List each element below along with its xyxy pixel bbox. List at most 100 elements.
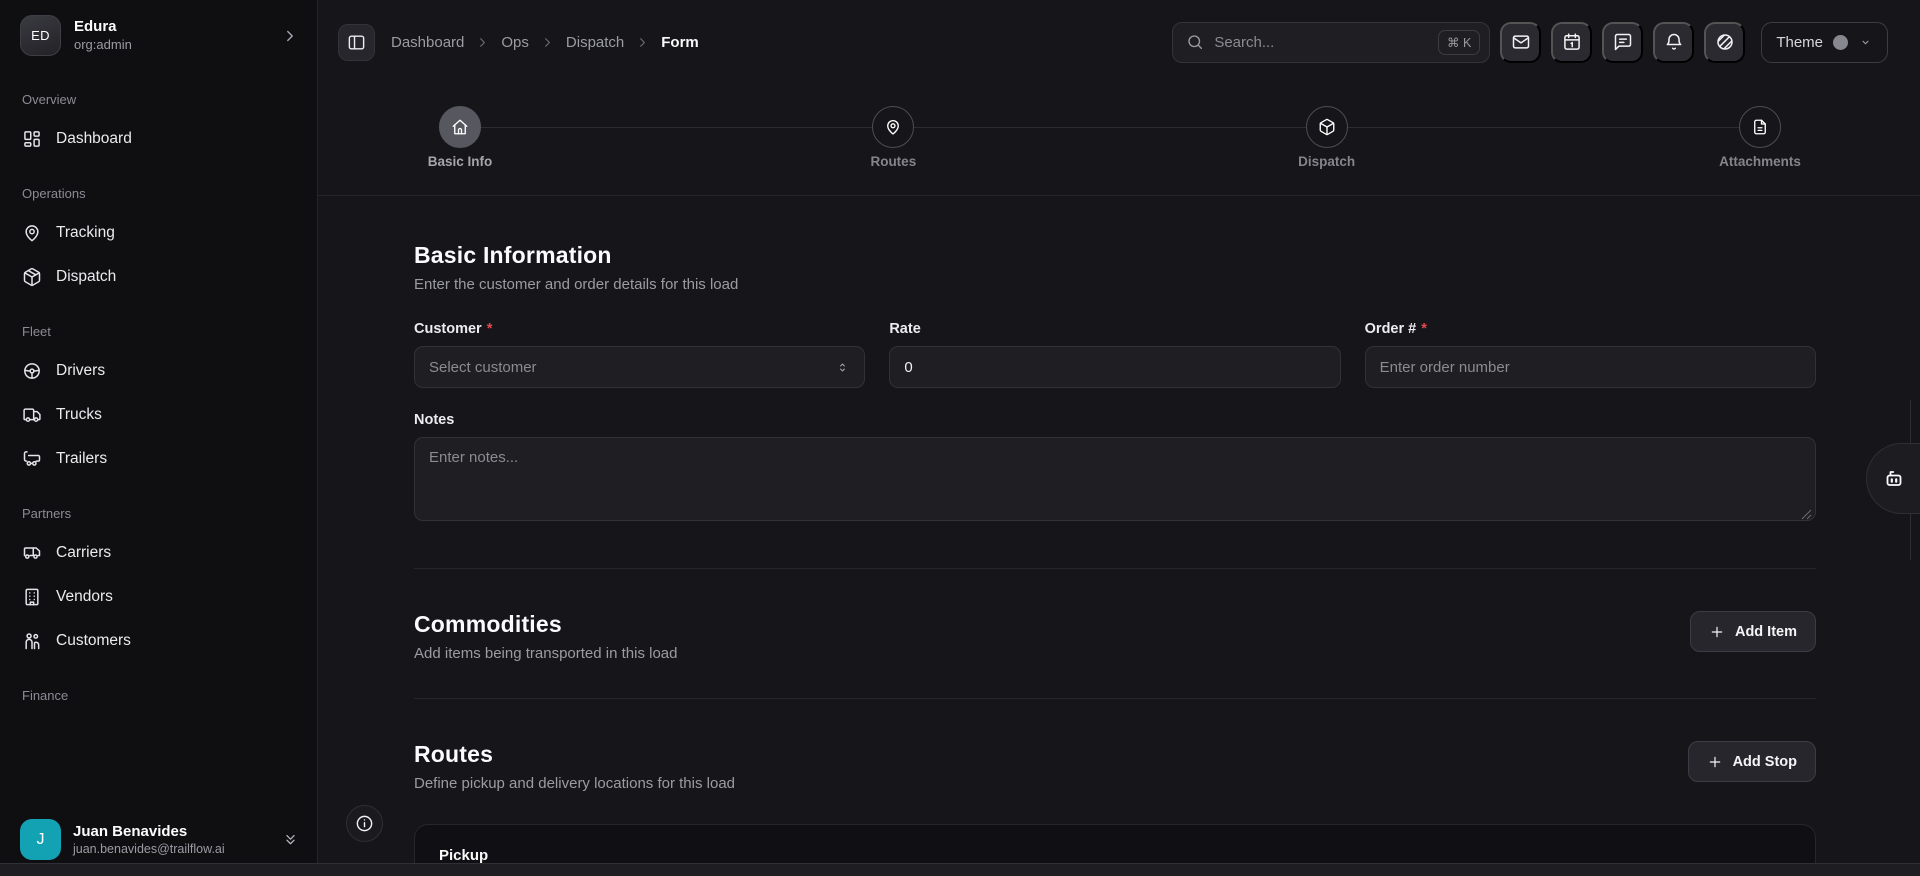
org-info: Edura org:admin [74, 18, 132, 53]
form-content: Basic Information Enter the customer and… [318, 196, 1920, 876]
map-pin-icon [884, 118, 902, 136]
user-info: Juan Benavides juan.benavides@trailflow.… [73, 822, 225, 858]
basic-info-title: Basic Information [414, 242, 612, 268]
step-routes[interactable]: Routes [870, 106, 916, 169]
customer-select[interactable]: Select customer [414, 346, 866, 388]
chevron-right-icon [475, 35, 490, 50]
basic-info-subtitle: Enter the customer and order details for… [414, 276, 739, 293]
section-label-overview: Overview [22, 92, 77, 107]
notes-textarea[interactable] [414, 437, 1816, 521]
commodities-title: Commodities [414, 611, 562, 637]
rate-input[interactable] [889, 346, 1341, 388]
routes-subtitle: Define pickup and delivery locations for… [414, 775, 736, 792]
form-stepper: Basic Info Routes Dispatch Attachments [318, 84, 1920, 196]
bottom-edge-strip [0, 863, 1920, 876]
customer-label: Customer * [414, 321, 865, 337]
sidebar-toggle-button[interactable] [338, 23, 375, 61]
sidebar-item-label: Vendors [56, 588, 113, 605]
sidebar-item-tracking[interactable]: Tracking [14, 211, 303, 255]
step-attachments[interactable]: Attachments [1719, 106, 1801, 169]
section-label-partners: Partners [22, 506, 72, 521]
theme-selector[interactable]: Theme [1761, 21, 1888, 63]
calendar-button[interactable] [1551, 21, 1593, 63]
add-stop-label: Add Stop [1732, 753, 1797, 770]
add-item-label: Add Item [1734, 623, 1797, 640]
help-info-button[interactable] [346, 805, 383, 842]
contrast-icon [1715, 32, 1735, 52]
step-circle[interactable] [872, 106, 915, 148]
sidebar-item-label: Trucks [56, 406, 102, 423]
map-pin-icon [22, 223, 42, 243]
mail-icon [1511, 32, 1531, 52]
section-divider [414, 568, 1816, 569]
sidebar-item-label: Dispatch [56, 268, 117, 285]
building-icon [22, 587, 42, 607]
chevron-right-icon [281, 27, 299, 45]
sidebar-item-drivers[interactable]: Drivers [14, 349, 303, 393]
order-number-input[interactable] [1364, 346, 1816, 388]
search-input[interactable] [1214, 33, 1428, 51]
sidebar-item-trailers[interactable]: Trailers [14, 437, 303, 481]
customer-select-placeholder: Select customer [429, 358, 537, 376]
breadcrumb-dashboard[interactable]: Dashboard [391, 34, 464, 51]
user-avatar: J [20, 819, 61, 860]
chevron-right-icon [635, 35, 650, 50]
routes-title: Routes [414, 741, 494, 767]
step-basic-info[interactable]: Basic Info [428, 106, 492, 169]
step-label: Attachments [1719, 154, 1801, 169]
file-text-icon [1751, 118, 1769, 136]
sidebar-item-trucks[interactable]: Trucks [14, 393, 303, 437]
breadcrumb-form: Form [661, 33, 699, 51]
step-circle[interactable] [439, 106, 481, 148]
topbar: Dashboard Ops Dispatch Form ⌘ K [318, 0, 1920, 84]
sidebar-item-label: Drivers [56, 362, 106, 379]
notifications-button[interactable] [1653, 21, 1695, 63]
breadcrumb-ops[interactable]: Ops [501, 34, 529, 51]
add-stop-button[interactable]: Add Stop [1687, 741, 1816, 782]
breadcrumb-dispatch[interactable]: Dispatch [566, 34, 624, 51]
commodities-heading: Commodities Add items being transported … [414, 611, 678, 662]
sidebar-item-label: Dashboard [56, 130, 132, 147]
org-name: Edura [74, 18, 117, 35]
commodities-subtitle: Add items being transported in this load [414, 645, 678, 662]
label-text: Notes [414, 412, 455, 428]
contrast-button[interactable] [1704, 21, 1746, 63]
org-switcher[interactable]: ED Edura org:admin [0, 0, 317, 66]
required-asterisk: * [486, 321, 493, 337]
sidebar-item-dispatch[interactable]: Dispatch [14, 255, 303, 299]
search-box[interactable]: ⌘ K [1172, 21, 1491, 63]
package-icon [22, 267, 42, 287]
section-label-fleet: Fleet [22, 324, 51, 339]
routes-section-header: Routes Define pickup and delivery locati… [414, 741, 1816, 792]
sidebar: ED Edura org:admin Overview Dashboard Op… [0, 0, 318, 876]
customer-field: Customer * Select customer [414, 321, 866, 388]
user-name: Juan Benavides [73, 822, 188, 840]
step-circle[interactable] [1738, 106, 1781, 148]
section-divider [414, 698, 1816, 699]
section-label-finance: Finance [22, 688, 69, 703]
message-square-icon [1613, 32, 1633, 52]
theme-label: Theme [1776, 33, 1823, 51]
home-icon [451, 118, 469, 136]
messages-button[interactable] [1602, 21, 1644, 63]
sidebar-item-dashboard[interactable]: Dashboard [14, 117, 303, 161]
sidebar-item-vendors[interactable]: Vendors [14, 575, 303, 619]
sidebar-item-label: Customers [56, 632, 131, 649]
step-connector [1347, 126, 1739, 128]
steering-wheel-icon [22, 361, 42, 381]
van-icon [22, 543, 42, 563]
sidebar-item-carriers[interactable]: Carriers [14, 531, 303, 575]
add-item-button[interactable]: Add Item [1689, 611, 1816, 652]
plus-icon [1709, 624, 1725, 640]
info-icon [355, 814, 374, 833]
sidebar-item-customers[interactable]: Customers [14, 619, 303, 663]
label-text: Rate [889, 321, 921, 337]
calendar-icon [1562, 32, 1582, 52]
step-dispatch[interactable]: Dispatch [1298, 106, 1355, 169]
chevron-up-down-icon [835, 360, 850, 375]
step-label: Basic Info [427, 154, 493, 169]
users-icon [22, 631, 42, 651]
theme-color-dot [1833, 34, 1848, 50]
step-circle[interactable] [1305, 106, 1348, 148]
mail-button[interactable] [1500, 21, 1542, 63]
